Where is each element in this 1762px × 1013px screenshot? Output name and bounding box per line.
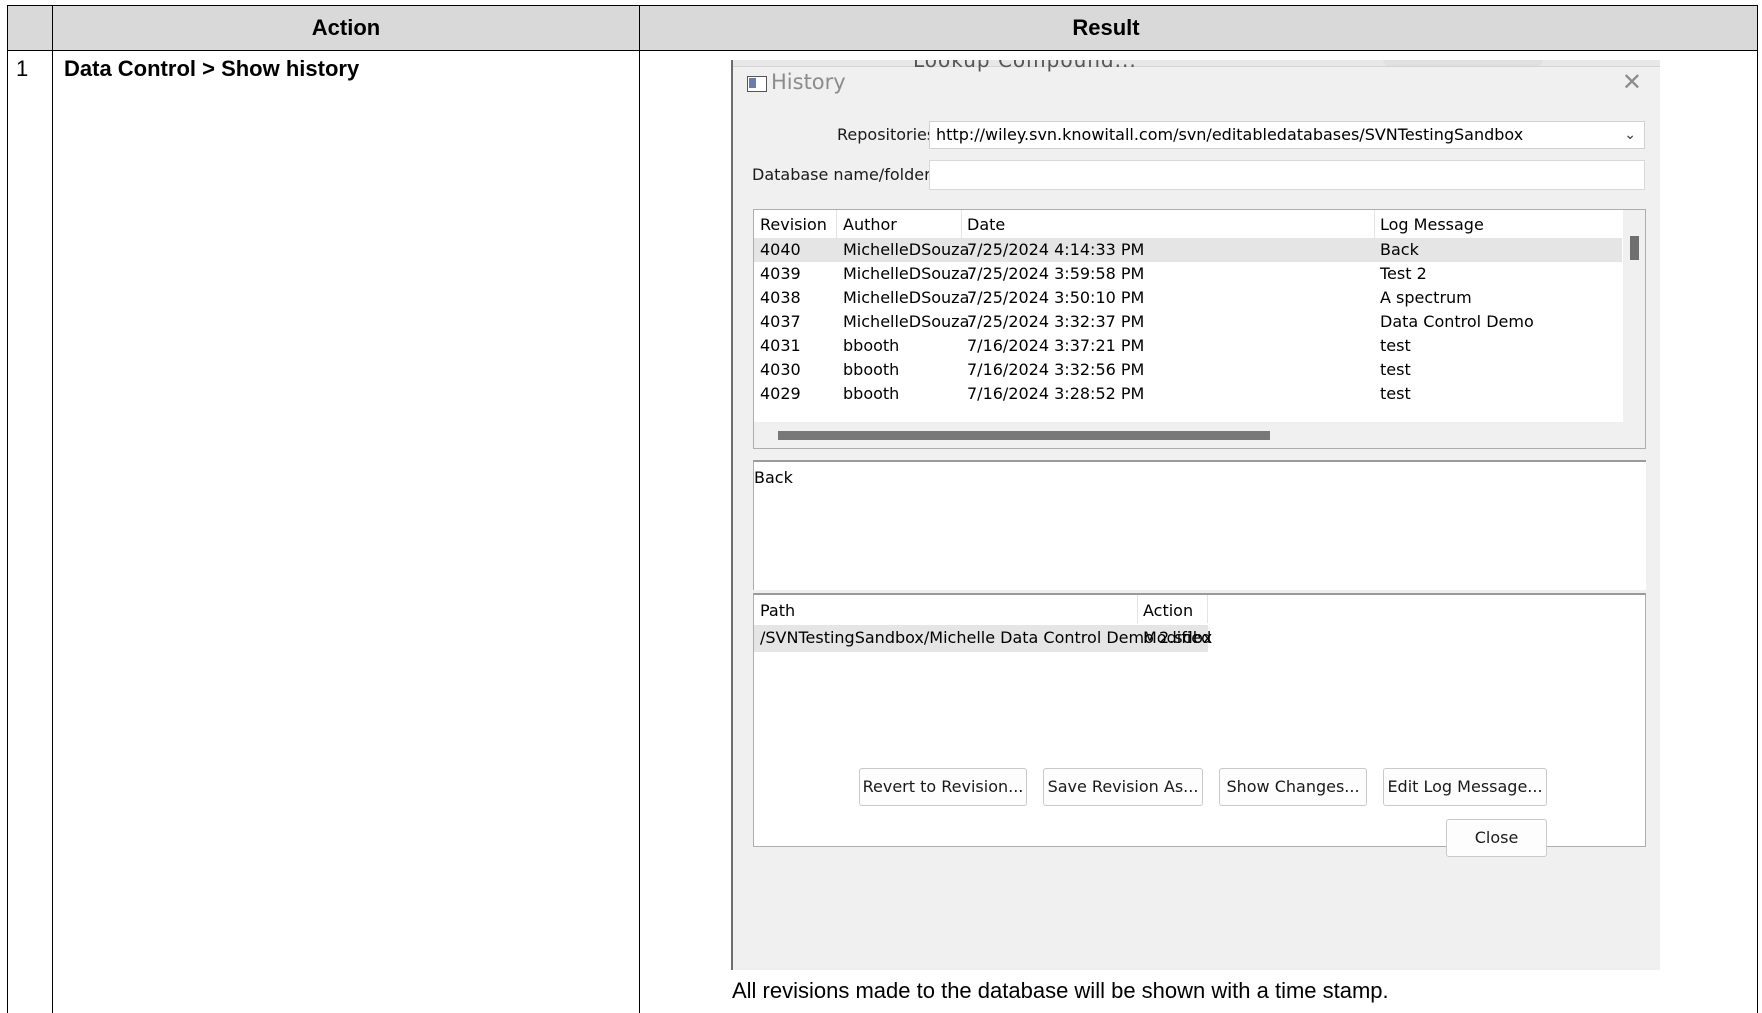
- revision-cell: 4040: [760, 240, 801, 259]
- author-cell: MichelleDSouza: [843, 264, 970, 283]
- history-dialog: Lookup Compound... History ✕ Repositorie…: [731, 60, 1660, 970]
- author-cell: MichelleDSouza: [843, 240, 970, 259]
- close-icon[interactable]: ✕: [1622, 68, 1642, 96]
- log-message-cell: Back: [1380, 240, 1419, 259]
- column-header-log-message[interactable]: Log Message: [1380, 215, 1484, 234]
- column-separator[interactable]: [1374, 210, 1375, 238]
- date-cell: 7/25/2024 4:14:33 PM: [967, 240, 1145, 259]
- log-message-cell: test: [1380, 384, 1411, 403]
- table-row[interactable]: 4031 bbooth 7/16/2024 3:37:21 PM test: [754, 334, 1622, 358]
- table-row[interactable]: 4037 MichelleDSouza 7/25/2024 3:32:37 PM Da…: [754, 310, 1622, 334]
- repositories-label: Repositories:: [837, 125, 941, 144]
- repositories-value: http://wiley.svn.knowitall.com/svn/edita…: [936, 125, 1524, 144]
- action-column-header: Action: [311, 15, 381, 40]
- window-app-icon: [747, 76, 767, 92]
- vertical-scrollbar[interactable]: [1623, 210, 1645, 424]
- revision-cell: 4031: [760, 336, 801, 355]
- revision-cell: 4037: [760, 312, 801, 331]
- show-changes-button[interactable]: Show Changes...: [1219, 768, 1367, 806]
- database-name-label: Database name/folder:: [752, 165, 936, 184]
- column-header-path[interactable]: Path: [760, 601, 795, 620]
- column-header-author[interactable]: Author: [843, 215, 897, 234]
- background-window-control: [1383, 60, 1543, 66]
- background-window-text: Lookup Compound...: [913, 60, 1137, 72]
- database-name-input[interactable]: [929, 160, 1645, 190]
- revision-cell: 4038: [760, 288, 801, 307]
- action-cell: Modified: [1143, 628, 1212, 647]
- save-revision-as-button[interactable]: Save Revision As...: [1043, 768, 1203, 806]
- revision-cell: 4039: [760, 264, 801, 283]
- log-message-cell: Test 2: [1380, 264, 1427, 283]
- changed-paths-list[interactable]: Path Action /SVNTestingSandbox/Michelle …: [753, 593, 1646, 847]
- edit-log-message-button[interactable]: Edit Log Message...: [1383, 768, 1547, 806]
- date-cell: 7/16/2024 3:32:56 PM: [967, 360, 1145, 379]
- author-cell: MichelleDSouza: [843, 288, 970, 307]
- vertical-scrollbar-thumb[interactable]: [1630, 236, 1639, 260]
- date-cell: 7/16/2024 3:37:21 PM: [967, 336, 1145, 355]
- column-divider: [52, 6, 53, 1013]
- repositories-dropdown[interactable]: http://wiley.svn.knowitall.com/svn/edita…: [929, 121, 1645, 149]
- table-header-row: Action Result: [8, 6, 1758, 51]
- table-row[interactable]: 4029 bbooth 7/16/2024 3:28:52 PM test: [754, 382, 1622, 406]
- date-cell: 7/25/2024 3:50:10 PM: [967, 288, 1145, 307]
- date-cell: 7/16/2024 3:28:52 PM: [967, 384, 1145, 403]
- log-message-text: Back: [754, 468, 793, 487]
- horizontal-scrollbar-thumb[interactable]: [778, 431, 1270, 440]
- author-cell: MichelleDSouza: [843, 312, 970, 331]
- step-action-text: Data Control > Show history: [64, 56, 360, 81]
- log-message-cell: A spectrum: [1380, 288, 1472, 307]
- background-window-strip: Lookup Compound...: [733, 60, 1660, 72]
- dialog-title: History: [771, 70, 846, 94]
- revision-cell: 4030: [760, 360, 801, 379]
- revisions-header: Revision Author Date Log Message: [754, 210, 1645, 238]
- table-row[interactable]: 4038 MichelleDSouza 7/25/2024 3:50:10 PM A …: [754, 286, 1622, 310]
- author-cell: bbooth: [843, 336, 900, 355]
- column-divider: [639, 6, 640, 1013]
- log-message-box[interactable]: Back: [753, 460, 1646, 590]
- close-button[interactable]: Close: [1446, 819, 1547, 857]
- column-header-revision[interactable]: Revision: [760, 215, 827, 234]
- column-header-action[interactable]: Action: [1143, 601, 1193, 620]
- log-message-cell: test: [1380, 336, 1411, 355]
- result-caption: All revisions made to the database will …: [732, 978, 1389, 1003]
- date-cell: 7/25/2024 3:59:58 PM: [967, 264, 1145, 283]
- log-message-cell: test: [1380, 360, 1411, 379]
- result-column-header: Result: [1072, 15, 1140, 40]
- table-row[interactable]: 4040 MichelleDSouza 7/25/2024 4:14:33 PM Ba…: [754, 238, 1622, 262]
- table-row[interactable]: /SVNTestingSandbox/Michelle Data Control…: [754, 625, 1212, 652]
- author-cell: bbooth: [843, 360, 900, 379]
- column-separator[interactable]: [836, 210, 837, 238]
- column-separator[interactable]: [961, 210, 962, 238]
- date-cell: 7/25/2024 3:32:37 PM: [967, 312, 1145, 331]
- step-number: 1: [16, 56, 29, 81]
- table-right-border: [1757, 6, 1758, 1013]
- author-cell: bbooth: [843, 384, 900, 403]
- table-row[interactable]: 4030 bbooth 7/16/2024 3:32:56 PM test: [754, 358, 1622, 382]
- revisions-list[interactable]: Revision Author Date Log Message 4040 Mic…: [753, 209, 1646, 449]
- revision-cell: 4029: [760, 384, 801, 403]
- revert-to-revision-button[interactable]: Revert to Revision...: [859, 768, 1027, 806]
- table-row[interactable]: 4039 MichelleDSouza 7/25/2024 3:59:58 PM Te…: [754, 262, 1622, 286]
- column-header-date[interactable]: Date: [967, 215, 1005, 234]
- column-separator[interactable]: [1207, 595, 1208, 623]
- paths-header: Path Action: [754, 595, 1645, 623]
- chevron-down-icon[interactable]: ⌄: [1624, 122, 1636, 148]
- horizontal-scrollbar[interactable]: [754, 422, 1645, 448]
- log-message-cell: Data Control Demo: [1380, 312, 1534, 331]
- column-separator[interactable]: [1137, 595, 1138, 623]
